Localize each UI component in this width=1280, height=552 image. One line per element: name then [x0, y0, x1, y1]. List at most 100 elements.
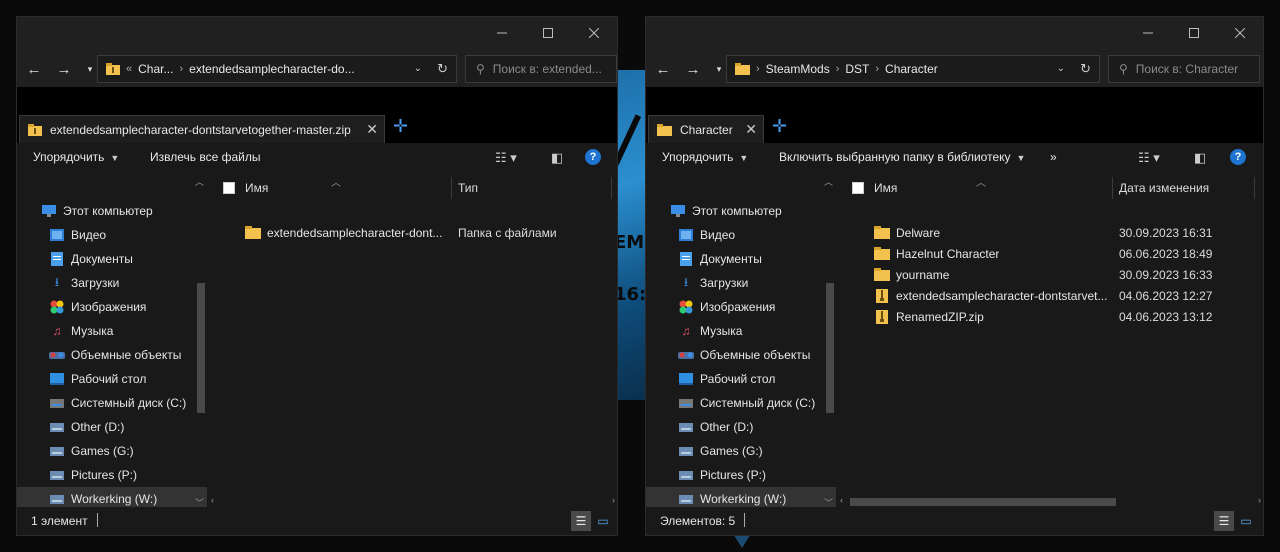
list-item[interactable]: extendedsamplecharacter-dont... Папка с …	[245, 222, 617, 243]
column-header-name[interactable]: Имя	[245, 173, 268, 203]
nav-item-drive-p[interactable]: Pictures (P:)	[646, 463, 836, 487]
minimize-button[interactable]	[479, 17, 525, 49]
nav-item-this-pc[interactable]: Этот компьютер	[646, 199, 836, 223]
column-header-name[interactable]: Имя	[874, 173, 897, 203]
close-tab-icon[interactable]: ✕	[745, 121, 757, 138]
new-tab-icon[interactable]: ✛	[772, 116, 787, 137]
nav-item-drive-d[interactable]: Other (D:)	[17, 415, 207, 439]
list-item[interactable]: yourname 30.09.2023 16:33	[874, 264, 1254, 285]
refresh-icon[interactable]: ↻	[1080, 61, 1091, 77]
forward-icon[interactable]: →	[53, 59, 75, 79]
nav-item-pictures[interactable]: Изображения	[17, 295, 207, 319]
view-options-icon[interactable]: ☷ ▾	[1138, 150, 1160, 166]
scroll-up-icon[interactable]: ︿	[824, 175, 833, 188]
view-options-icon[interactable]: ☷ ▾	[495, 150, 517, 166]
nav-item-music[interactable]: ♫ Музыка	[646, 319, 836, 343]
breadcrumb-item[interactable]: Char...	[138, 62, 173, 76]
column-separator[interactable]	[1254, 177, 1255, 199]
column-header-type[interactable]: Тип	[458, 173, 478, 203]
nav-item-3d-objects[interactable]: Объемные объекты	[646, 343, 836, 367]
breadcrumb-item[interactable]: SteamMods	[766, 62, 830, 76]
nav-item-music[interactable]: ♫ Музыка	[17, 319, 207, 343]
new-tab-icon[interactable]: ✛	[393, 116, 408, 137]
minimize-button[interactable]	[1125, 17, 1171, 49]
nav-item-desktop[interactable]: Рабочий стол	[646, 367, 836, 391]
nav-item-3d-objects[interactable]: Объемные объекты	[17, 343, 207, 367]
scrollbar-thumb[interactable]	[197, 283, 205, 413]
details-view-button[interactable]: ☰	[571, 511, 591, 531]
column-separator[interactable]	[1112, 177, 1113, 199]
organize-button[interactable]: Упорядочить ▼	[662, 150, 748, 164]
breadcrumb-item[interactable]: extendedsamplecharacter-do...	[189, 62, 354, 76]
nav-item-drive-g[interactable]: Games (G:)	[646, 439, 836, 463]
nav-item-this-pc[interactable]: Этот компьютер	[17, 199, 207, 223]
select-all-checkbox[interactable]	[852, 173, 864, 203]
navigation-scrollbar[interactable]: ︿ ﹀	[193, 173, 207, 509]
maximize-button[interactable]	[1171, 17, 1217, 49]
title-bar[interactable]	[17, 17, 617, 51]
search-box[interactable]: ⚲ Поиск в: Character	[1108, 55, 1260, 83]
nav-item-drive-d[interactable]: Other (D:)	[646, 415, 836, 439]
organize-button[interactable]: Упорядочить ▼	[33, 150, 119, 164]
nav-item-drive-p[interactable]: Pictures (P:)	[17, 463, 207, 487]
navigation-scrollbar[interactable]: ︿ ﹀	[822, 173, 836, 509]
list-item[interactable]: Hazelnut Character 06.06.2023 18:49	[874, 243, 1254, 264]
nav-item-system-drive[interactable]: Системный диск (C:)	[646, 391, 836, 415]
column-separator[interactable]	[451, 177, 452, 199]
close-tab-icon[interactable]: ✕	[366, 121, 378, 138]
maximize-button[interactable]	[525, 17, 571, 49]
nav-item-video[interactable]: Видео	[646, 223, 836, 247]
close-button[interactable]	[571, 17, 617, 49]
breadcrumb-overflow[interactable]: «	[126, 63, 132, 75]
address-dropdown-icon[interactable]: ⌄	[414, 63, 422, 74]
list-item[interactable]: extendedsamplecharacter-dontstarvet... 0…	[874, 285, 1254, 306]
nav-item-desktop[interactable]: Рабочий стол	[17, 367, 207, 391]
address-bar[interactable]: « Char... › extendedsamplecharacter-do..…	[97, 55, 457, 83]
back-icon[interactable]: ←	[652, 59, 674, 79]
large-icons-view-button[interactable]: ▭	[1236, 511, 1256, 531]
forward-icon[interactable]: →	[682, 59, 704, 79]
close-button[interactable]	[1217, 17, 1263, 49]
tab-character[interactable]: Character ✕	[648, 115, 764, 143]
column-separator[interactable]	[611, 177, 612, 199]
scroll-right-icon[interactable]: ›	[1258, 495, 1261, 505]
address-dropdown-icon[interactable]: ⌄	[1057, 63, 1065, 74]
search-box[interactable]: ⚲ Поиск в: extended...	[465, 55, 617, 83]
nav-item-drive-w[interactable]: Workerking (W:)	[646, 487, 836, 509]
help-icon[interactable]: ?	[585, 149, 601, 165]
select-all-checkbox[interactable]	[223, 173, 235, 203]
scrollbar-thumb[interactable]	[850, 498, 1116, 506]
nav-item-video[interactable]: Видео	[17, 223, 207, 247]
details-view-button[interactable]: ☰	[1214, 511, 1234, 531]
list-item[interactable]: Delware 30.09.2023 16:31	[874, 222, 1254, 243]
back-icon[interactable]: ←	[23, 59, 45, 79]
more-commands-button[interactable]: »	[1050, 150, 1057, 164]
nav-item-drive-w[interactable]: Workerking (W:)	[17, 487, 207, 509]
list-item[interactable]: RenamedZIP.zip 04.06.2023 13:12	[874, 306, 1254, 327]
nav-item-system-drive[interactable]: Системный диск (C:)	[17, 391, 207, 415]
scrollbar-thumb[interactable]	[826, 283, 834, 413]
nav-item-downloads[interactable]: ⭳ Загрузки	[646, 271, 836, 295]
breadcrumb-item[interactable]: Character	[885, 62, 938, 76]
nav-item-downloads[interactable]: ⭳ Загрузки	[17, 271, 207, 295]
breadcrumb-item[interactable]: DST	[845, 62, 869, 76]
column-header-date-modified[interactable]: Дата изменения	[1119, 173, 1209, 203]
title-bar[interactable]	[646, 17, 1263, 51]
extract-all-button[interactable]: Извлечь все файлы	[150, 150, 260, 164]
scroll-left-icon[interactable]: ‹	[840, 495, 843, 505]
large-icons-view-button[interactable]: ▭	[593, 511, 613, 531]
scroll-left-icon[interactable]: ‹	[211, 495, 214, 505]
horizontal-scrollbar[interactable]: ‹ ›	[838, 495, 1263, 507]
horizontal-scrollbar[interactable]: ‹ ›	[209, 495, 617, 507]
nav-item-documents[interactable]: Документы	[646, 247, 836, 271]
preview-pane-icon[interactable]: ◧	[1194, 150, 1206, 166]
preview-pane-icon[interactable]: ◧	[551, 150, 563, 166]
scroll-up-icon[interactable]: ︿	[195, 175, 204, 188]
nav-item-documents[interactable]: Документы	[17, 247, 207, 271]
tab-zip-folder[interactable]: extendedsamplecharacter-dontstarvetogeth…	[19, 115, 385, 143]
nav-item-pictures[interactable]: Изображения	[646, 295, 836, 319]
refresh-icon[interactable]: ↻	[437, 61, 448, 77]
include-in-library-button[interactable]: Включить выбранную папку в библиотеку ▼	[779, 150, 1025, 164]
nav-item-drive-g[interactable]: Games (G:)	[17, 439, 207, 463]
address-bar[interactable]: › SteamMods › DST › Character ⌄ ↻	[726, 55, 1100, 83]
